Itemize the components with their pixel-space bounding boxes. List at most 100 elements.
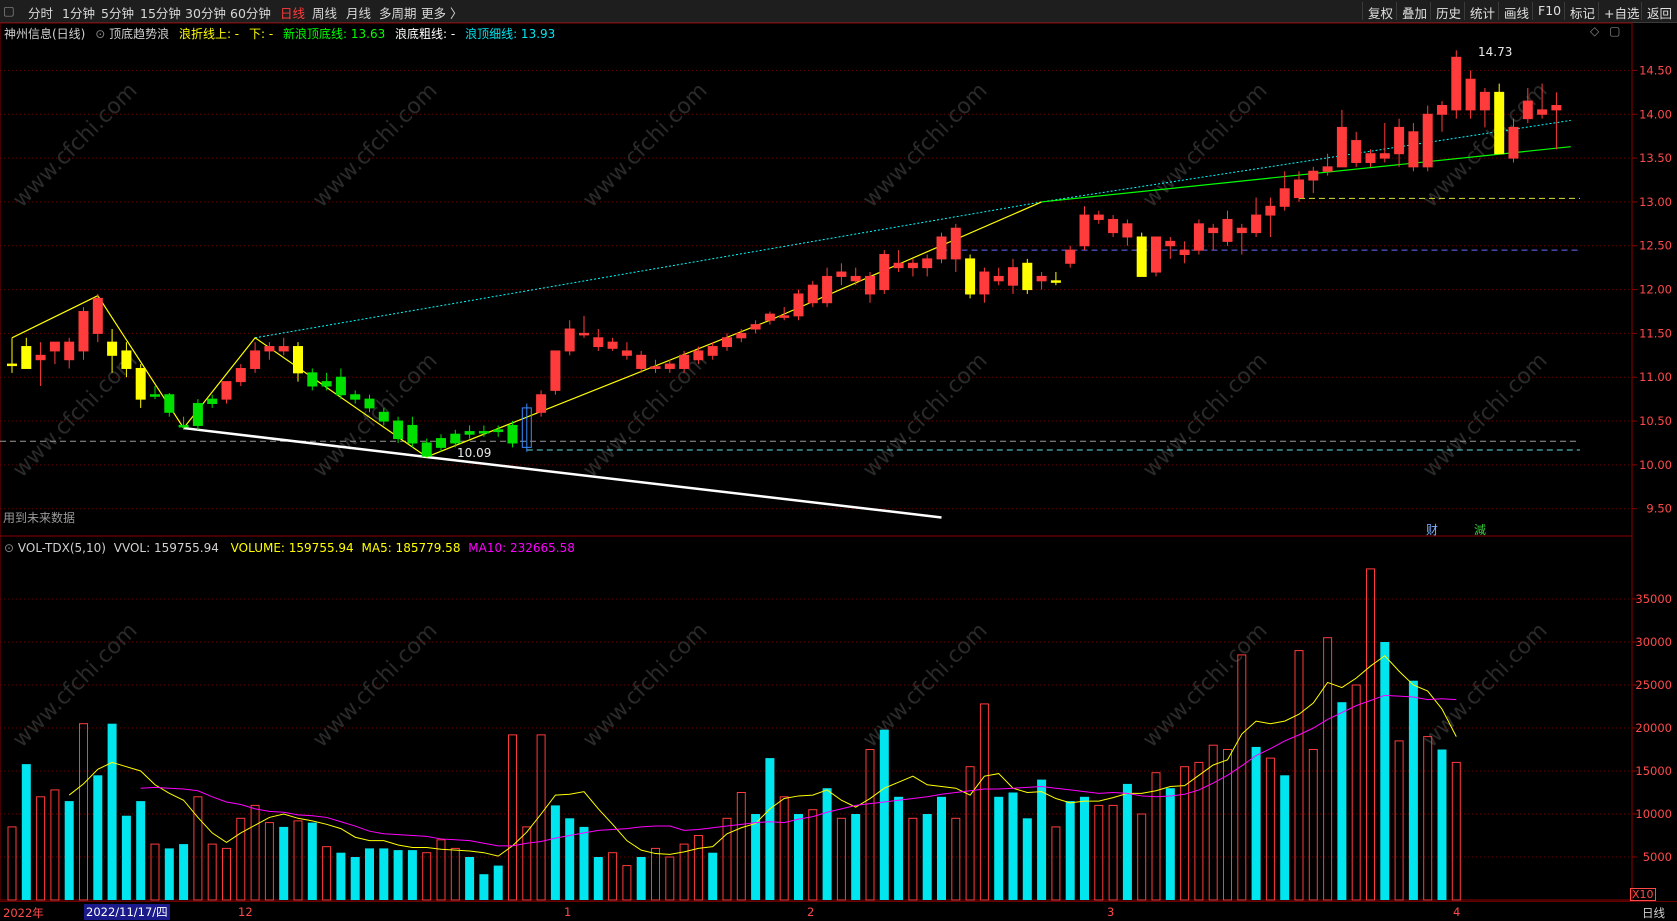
candle-body [335, 376, 346, 396]
candle-body [150, 394, 160, 397]
candle-body [893, 262, 904, 269]
candle-body [979, 271, 990, 295]
volume-bar [851, 814, 861, 900]
volume-bar [693, 835, 703, 901]
candle-body [250, 350, 261, 369]
volume-bar [279, 826, 289, 900]
volume-bar [722, 817, 732, 901]
volume-bar [121, 815, 131, 900]
candle-body [1322, 166, 1333, 172]
diamond-icon[interactable]: ◇ [1590, 24, 1599, 38]
volume-bar [193, 796, 203, 901]
vvol-label: VVOL: 159755.94 [113, 541, 219, 555]
volume-tick-label: 35000 [1635, 592, 1672, 606]
price-tick-label: 12.50 [1639, 239, 1672, 253]
candle-body [536, 394, 547, 413]
month-label-1: 1 [564, 905, 572, 919]
volume-bar [1323, 637, 1333, 901]
volume-bar [250, 804, 260, 901]
volume-bar [937, 796, 946, 900]
candle-body [736, 332, 747, 339]
price-tick-label: 14.50 [1639, 63, 1672, 77]
volume-bar [222, 847, 231, 901]
candle-body [1537, 109, 1548, 115]
candle-body [321, 381, 332, 387]
volume-bar [307, 822, 317, 900]
new-top-bottom-line [1041, 146, 1571, 203]
price-high-annotation: 14.73 [1478, 45, 1513, 59]
price-low-annotation: 10.09 [457, 446, 492, 460]
candle-body [293, 346, 303, 374]
month-label-2: 2 [807, 905, 815, 919]
candle-body [1494, 91, 1505, 155]
watermark-text: www.cfchi.com [308, 78, 442, 212]
candle-body [436, 438, 446, 448]
volume-bar [236, 817, 246, 901]
candle-body [707, 346, 718, 356]
volume-bar [136, 801, 146, 900]
price-tick-label: 10.50 [1639, 414, 1672, 428]
volume-bar [1366, 568, 1375, 901]
candle-body [1165, 240, 1176, 247]
volume-bar [1108, 804, 1118, 901]
candle-body [178, 424, 189, 428]
volume-bar [951, 817, 961, 901]
candle-body [407, 424, 418, 444]
volume-bar [1423, 736, 1433, 901]
candle-body [1294, 179, 1304, 199]
window-restore-icon[interactable]: ▢ [1609, 24, 1620, 38]
candle-body [1379, 153, 1390, 159]
ma5-label: MA5: 185779.58 [361, 541, 461, 555]
volume-bar [922, 814, 932, 900]
candle-body [636, 354, 647, 369]
candle-body [235, 367, 246, 383]
future-data-note: 用到未来数据 [3, 511, 76, 525]
candle-body [1108, 218, 1119, 234]
candle-body [1465, 78, 1476, 111]
financial-marker[interactable]: 财 [1426, 521, 1438, 538]
volume-bar [336, 852, 346, 900]
candle-body [1079, 214, 1090, 247]
vol-settings-icon[interactable]: ⊙ [4, 541, 14, 555]
watermark-text: www.cfchi.com [8, 78, 142, 212]
price-tick-label: 9.50 [1646, 502, 1672, 516]
candle-body [1394, 126, 1405, 155]
candle-body [793, 293, 804, 317]
candle-body [221, 381, 232, 400]
candle-body [965, 258, 976, 295]
ma10-label: MA10: 232665.58 [468, 541, 575, 555]
price-tick-label: 13.50 [1639, 151, 1672, 165]
volume-bar [822, 788, 832, 900]
price-tick-label: 12.00 [1639, 283, 1672, 297]
candle-body [164, 394, 175, 413]
year-label: 2022年 [3, 906, 44, 920]
candle-body [1050, 280, 1061, 283]
volume-bar [608, 852, 618, 901]
volume-tick-label: 5000 [1643, 850, 1672, 864]
reduce-holding-marker[interactable]: 減 [1474, 521, 1486, 538]
volume-bar [979, 703, 989, 901]
volume-bar [7, 826, 17, 901]
candle-body [850, 275, 861, 282]
candle-body [936, 236, 947, 260]
candle-body [1451, 56, 1462, 111]
volume-bar [393, 850, 403, 900]
price-tick-label: 11.50 [1639, 326, 1672, 340]
candle-body [1008, 267, 1018, 286]
watermark-text: www.cfchi.com [858, 348, 992, 482]
candle-body [593, 337, 604, 348]
candle-body [1251, 214, 1262, 234]
volume-bar [522, 826, 532, 901]
watermark-text: www.cfchi.com [1138, 348, 1272, 482]
price-tick-label: 10.00 [1639, 458, 1672, 472]
vol-indicator-name: VOL-TDX(5,10) [17, 541, 106, 555]
settings-circle-icon[interactable]: ⊙ [95, 27, 105, 41]
turn-line-down-label: 下: - [248, 27, 274, 41]
top-thin-line-label: 浪顶细线: 13.93 [465, 27, 556, 41]
candle-body [1093, 214, 1104, 220]
volume-tick-label: 30000 [1635, 635, 1672, 649]
candle-body [35, 354, 46, 361]
volume-bar [1080, 796, 1089, 900]
volume-bar [736, 792, 746, 901]
candle-body [1222, 218, 1233, 242]
